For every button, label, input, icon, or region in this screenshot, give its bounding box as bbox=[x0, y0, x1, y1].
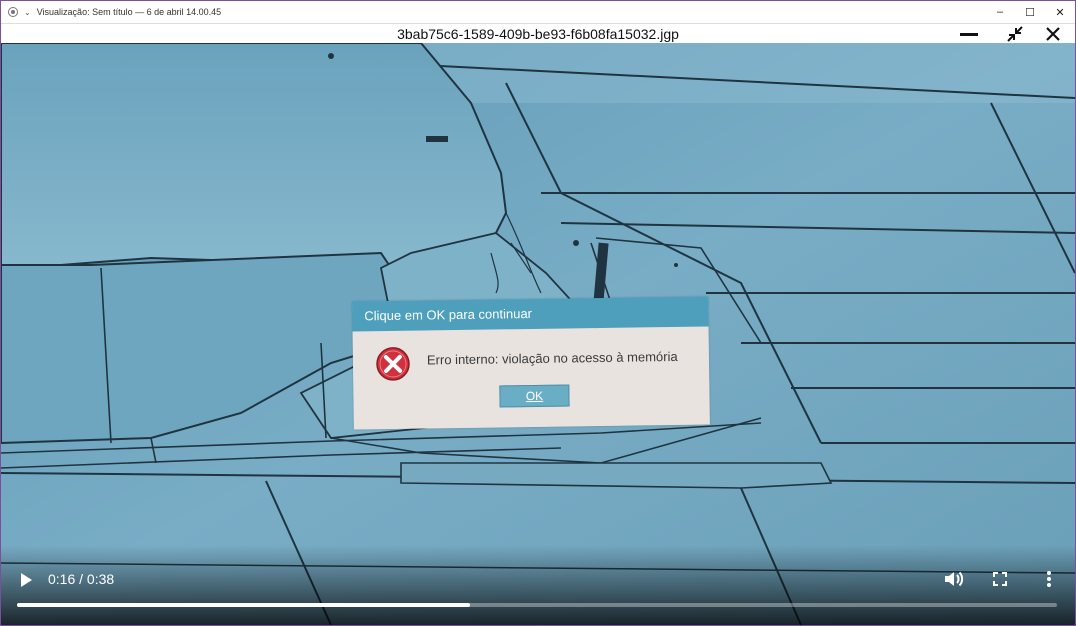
error-message: Erro interno: violação no acesso à memór… bbox=[426, 348, 678, 368]
error-icon bbox=[376, 347, 410, 381]
viewer-close-button[interactable] bbox=[1040, 24, 1066, 44]
viewer-minimize-button[interactable] bbox=[956, 24, 982, 44]
video-frame[interactable]: Clique em OK para continuar Erro interno… bbox=[1, 43, 1075, 625]
window-maximize-button[interactable]: ☐ bbox=[1015, 1, 1045, 23]
play-icon bbox=[21, 573, 32, 587]
app-icon bbox=[8, 7, 18, 17]
play-button[interactable] bbox=[17, 571, 35, 589]
fullscreen-button[interactable] bbox=[992, 571, 1010, 589]
time-display: 0:16 / 0:38 bbox=[48, 571, 115, 587]
exit-fullscreen-icon bbox=[1007, 26, 1023, 42]
dialog-body: Erro interno: violação no acesso à memór… bbox=[352, 326, 710, 430]
exit-fullscreen-button[interactable] bbox=[1002, 24, 1028, 44]
chevron-down-icon[interactable]: ⌄ bbox=[24, 8, 31, 17]
close-icon bbox=[1046, 27, 1060, 41]
window-title: Visualização: Sem título — 6 de abril 14… bbox=[36, 7, 222, 17]
ok-button[interactable]: OK bbox=[499, 384, 570, 408]
progress-fill bbox=[17, 603, 471, 607]
volume-icon bbox=[945, 571, 964, 587]
viewer-header: 3bab75c6-1589-409b-be93-f6b08fa15032.jgp bbox=[1, 23, 1075, 44]
window-minimize-button[interactable]: – bbox=[985, 1, 1015, 23]
error-dialog: Clique em OK para continuar Erro interno… bbox=[352, 296, 710, 430]
minimize-icon bbox=[960, 32, 978, 36]
volume-button[interactable] bbox=[943, 569, 965, 589]
file-name: 3bab75c6-1589-409b-be93-f6b08fa15032.jgp bbox=[397, 26, 679, 42]
controls-overlay bbox=[1, 545, 1075, 625]
dialog-title: Clique em OK para continuar bbox=[352, 296, 709, 332]
os-titlebar: ⌄ Visualização: Sem título — 6 de abril … bbox=[1, 1, 1075, 23]
window-close-button[interactable]: ✕ bbox=[1045, 1, 1075, 23]
fullscreen-icon bbox=[993, 572, 1007, 586]
more-options-icon bbox=[1047, 571, 1051, 587]
more-options-button[interactable] bbox=[1040, 569, 1058, 589]
progress-bar[interactable] bbox=[17, 603, 1057, 607]
